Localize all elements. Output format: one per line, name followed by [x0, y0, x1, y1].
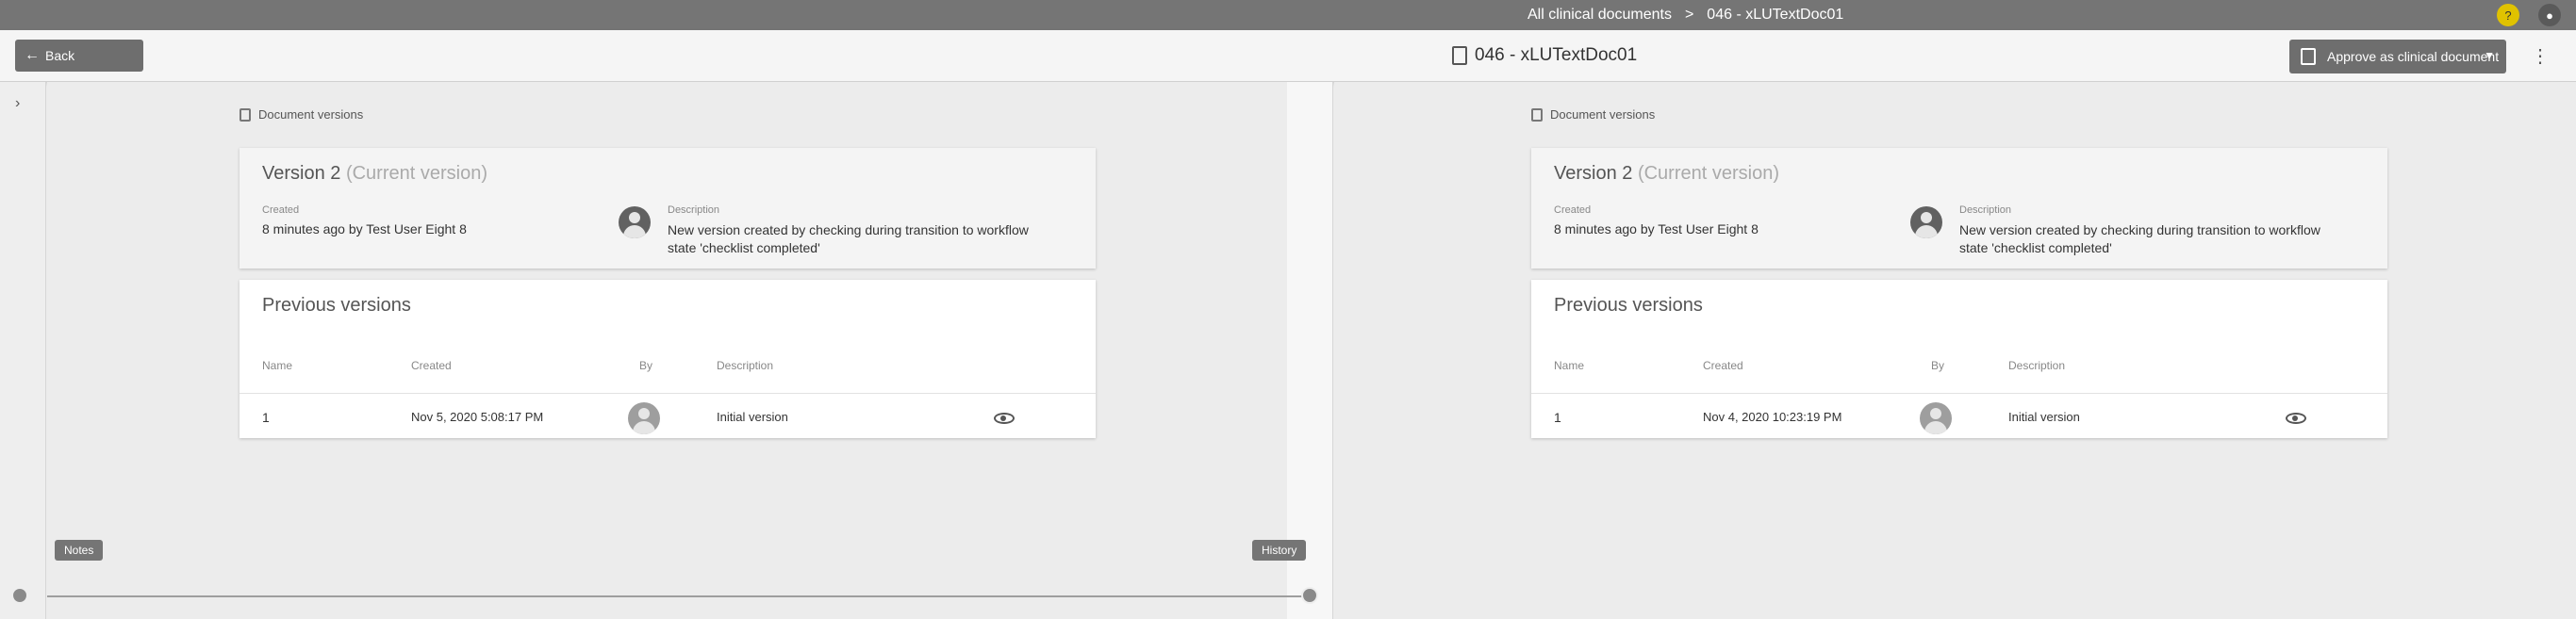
breadcrumb-separator: > — [1684, 7, 1694, 23]
user-avatar-icon[interactable]: ● — [2538, 4, 2561, 26]
previous-versions-card: Previous versions Name Created By Descri… — [239, 280, 1096, 438]
version-status: (Current version) — [345, 163, 487, 184]
avatar — [1920, 402, 1952, 434]
avatar — [628, 402, 660, 434]
document-toolbar: ← Back 046 - xLUTextDoc01 Approve as cli… — [0, 30, 2576, 82]
version-title: Version 2 — [1554, 163, 1633, 184]
avatar — [1910, 206, 1942, 238]
description-value: New version created by checking during t… — [668, 222, 1029, 255]
arrow-left-icon: ← — [25, 47, 40, 63]
column-header-description[interactable]: Description — [717, 359, 773, 372]
created-value: 8 minutes ago by Test User Eight 8 — [1554, 221, 1759, 236]
column-header-name[interactable]: Name — [262, 359, 292, 372]
description-value: New version created by checking during t… — [1959, 222, 2320, 255]
document-icon — [1452, 46, 1467, 65]
top-bar: All clinical documents > 046 - xLUTextDo… — [0, 0, 2576, 30]
column-header-by[interactable]: By — [639, 359, 652, 372]
current-version-card: Version 2 (Current version) Created 8 mi… — [239, 148, 1096, 269]
divider — [1531, 393, 2387, 394]
column-header-created[interactable]: Created — [411, 359, 452, 372]
topbar-actions: ? ● — [2497, 4, 2561, 26]
approve-button[interactable]: Approve as clinical document ▼ — [2289, 40, 2506, 73]
version-status: (Current version) — [1637, 163, 1779, 184]
help-icon[interactable]: ? — [2497, 4, 2519, 26]
section-label: Document versions — [239, 107, 363, 122]
notes-tab-label: Notes — [64, 544, 94, 557]
row-name: 1 — [262, 410, 270, 425]
row-description: Initial version — [2008, 410, 2080, 424]
breadcrumb-item-current-document: 046 - xLUTextDoc01 — [1707, 7, 1844, 23]
notes-tab[interactable]: Notes — [55, 540, 104, 561]
previous-versions-title: Previous versions — [1554, 295, 1703, 316]
eye-icon[interactable] — [2286, 413, 2306, 424]
column-header-description[interactable]: Description — [2008, 359, 2065, 372]
document-title: 046 - xLUTextDoc01 — [1452, 45, 1637, 66]
collapsed-sidebar: › — [0, 82, 46, 619]
current-version-title: Version 2 (Current version) — [262, 163, 487, 185]
right-compare-pane: Document versions Version 2 (Current ver… — [1252, 82, 2576, 619]
version-title: Version 2 — [262, 163, 341, 184]
history-tab[interactable]: History — [1252, 540, 1307, 561]
row-description: Initial version — [717, 410, 788, 424]
more-options-icon[interactable]: ⋮ — [2529, 43, 2551, 70]
back-button-label: Back — [45, 48, 75, 63]
row-created: Nov 4, 2020 10:23:19 PM — [1703, 410, 1842, 424]
divider — [239, 393, 1096, 394]
created-value: 8 minutes ago by Test User Eight 8 — [262, 221, 467, 236]
section-label: Document versions — [1531, 107, 1655, 122]
column-header-created[interactable]: Created — [1703, 359, 1743, 372]
chevron-down-icon[interactable]: ▼ — [2484, 49, 2495, 62]
document-title-text: 046 - xLUTextDoc01 — [1475, 45, 1638, 65]
left-pane-rail — [1287, 82, 1332, 619]
chevron-right-icon[interactable]: › — [15, 95, 20, 112]
previous-versions-card: Previous versions Name Created By Descri… — [1531, 280, 2387, 438]
breadcrumb-item-all-documents[interactable]: All clinical documents — [1527, 7, 1672, 24]
back-button[interactable]: ← Back — [15, 40, 143, 72]
previous-versions-title: Previous versions — [262, 295, 411, 316]
eye-icon[interactable] — [994, 413, 1015, 424]
column-header-name[interactable]: Name — [1554, 359, 1584, 372]
document-icon — [239, 107, 251, 122]
avatar — [619, 206, 651, 238]
document-check-icon — [2301, 48, 2316, 65]
current-version-title: Version 2 (Current version) — [1554, 163, 1779, 185]
horizontal-scrollbar[interactable] — [47, 595, 1311, 597]
history-tab-label: History — [1262, 544, 1297, 557]
description-label: Description — [1959, 204, 2012, 216]
scroll-end-handle[interactable] — [1301, 587, 1318, 604]
description-label: Description — [668, 204, 720, 216]
row-name: 1 — [1554, 410, 1561, 425]
section-label-text: Document versions — [258, 107, 364, 122]
left-compare-pane: Document versions Version 2 (Current ver… — [11, 82, 1333, 619]
document-icon — [1531, 107, 1543, 122]
scroll-start-handle[interactable] — [11, 587, 28, 604]
current-version-card: Version 2 (Current version) Created 8 mi… — [1531, 148, 2387, 269]
row-created: Nov 5, 2020 5:08:17 PM — [411, 410, 544, 424]
breadcrumb: All clinical documents > 046 - xLUTextDo… — [1527, 0, 1843, 30]
created-label: Created — [262, 204, 300, 216]
section-label-text: Document versions — [1550, 107, 1656, 122]
created-label: Created — [1554, 204, 1592, 216]
column-header-by[interactable]: By — [1931, 359, 1944, 372]
approve-button-label: Approve as clinical document — [2327, 49, 2500, 64]
